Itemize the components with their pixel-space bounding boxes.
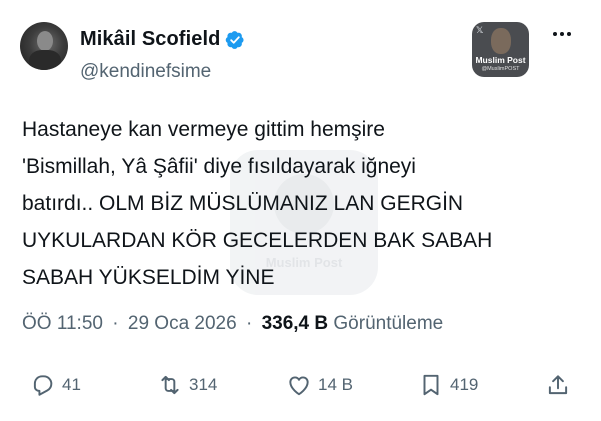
logo-title: Muslim Post: [475, 55, 526, 65]
views-count: 336,4 B: [261, 313, 329, 334]
tweet-text: Hastaneye kan vermeye gittim hemşire 'Bi…: [22, 111, 592, 296]
logo-subtitle: @MuslimPOST: [481, 66, 520, 72]
views-label: Görüntüleme: [333, 313, 444, 334]
tweet-line: 'Bismillah, Yâ Şâfii' diye fısıldayarak …: [22, 155, 416, 178]
repost-count: 314: [189, 375, 218, 394]
repost-button[interactable]: 314: [157, 372, 217, 398]
tweet-line: batırdı.. OLM BİZ MÜSLÜMANIZ LAN GERGİN: [22, 192, 464, 215]
reply-icon: [33, 375, 53, 396]
author-handle[interactable]: @kendinefsime: [80, 61, 211, 83]
x-logo-icon: 𝕏: [476, 25, 484, 35]
tweet-line: SABAH YÜKSELDİM YİNE: [22, 266, 275, 289]
action-bar: 41 314 14 B 419: [0, 372, 601, 406]
meta-separator: ·: [245, 313, 253, 334]
logo-portrait: [491, 28, 511, 54]
author-display-name[interactable]: Mikâil Scofield: [80, 28, 220, 51]
meta-separator: ·: [112, 313, 119, 334]
repost-icon: [161, 375, 179, 395]
avatar-face: [37, 31, 53, 51]
muslim-post-logo: 𝕏 Muslim Post @MuslimPOST: [472, 22, 529, 77]
verified-badge-icon[interactable]: [225, 30, 245, 50]
tweet-date[interactable]: 29 Oca 2026: [128, 313, 237, 334]
tweet-meta: ÖÖ 11:50 · 29 Oca 2026 · 336,4 B Görüntü…: [22, 313, 443, 335]
share-icon: [548, 375, 568, 395]
author-avatar[interactable]: [20, 22, 68, 70]
tweet-line: UYKULARDAN KÖR GECELERDEN BAK SABAH: [22, 229, 493, 252]
avatar-body: [29, 50, 61, 70]
bookmark-button[interactable]: 419: [418, 372, 478, 398]
tweet-line: Hastaneye kan vermeye gittim hemşire: [22, 118, 385, 141]
tweet-time[interactable]: ÖÖ 11:50: [22, 313, 103, 334]
share-button[interactable]: [545, 372, 571, 398]
reply-count: 41: [62, 375, 81, 394]
like-button[interactable]: 14 B: [286, 372, 353, 398]
bookmark-icon: [423, 374, 439, 396]
reply-button[interactable]: 41: [30, 372, 81, 398]
heart-icon: [289, 376, 309, 396]
author-name-row: Mikâil Scofield: [80, 28, 245, 51]
more-options-icon[interactable]: [553, 32, 571, 36]
bookmark-count: 419: [450, 375, 479, 394]
like-count: 14 B: [318, 375, 353, 394]
